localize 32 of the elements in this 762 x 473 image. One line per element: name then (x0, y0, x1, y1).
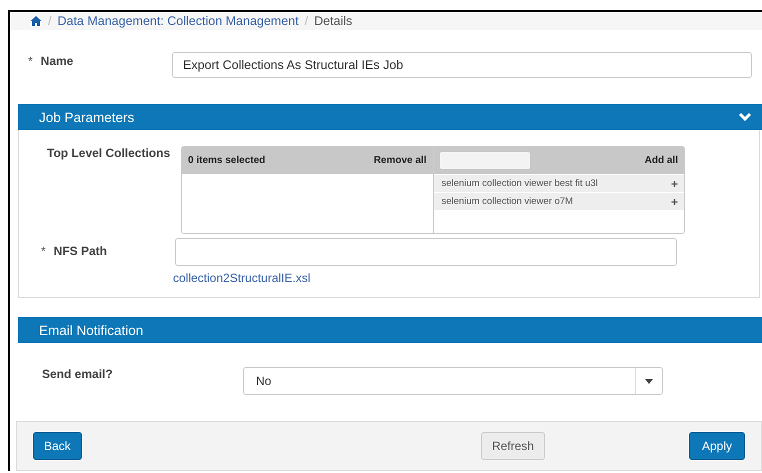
field-label: Send email? (42, 367, 113, 381)
add-button[interactable]: + (670, 194, 678, 208)
caret-icon (645, 378, 653, 384)
field-label: Name (40, 54, 74, 68)
selected-count: 0 items selected (188, 155, 266, 166)
field-label: Top Level Collections (47, 146, 170, 160)
send-email-dropdown[interactable]: No (243, 367, 663, 395)
action-button[interactable]: Apply (688, 432, 745, 460)
separator: / (304, 14, 308, 28)
required-mark: * (28, 54, 33, 68)
separator: / (48, 14, 52, 28)
search-field[interactable] (440, 152, 530, 169)
add-all-link[interactable]: Add all (644, 155, 678, 166)
file-link[interactable]: collection2StructuralIE.xsl (173, 271, 310, 285)
nfs-path-field[interactable] (175, 238, 677, 266)
remove-all-link[interactable]: Remove all (374, 155, 426, 166)
list-item[interactable]: selenium collection viewer o7M + (434, 193, 684, 210)
name-field[interactable]: Export Collections As Structural IEs Job (172, 52, 752, 78)
chevron-down-icon[interactable] (738, 112, 752, 122)
breadcrumb-current: Details (314, 14, 352, 28)
breadcrumb-link[interactable]: Data Management: Collection Management (57, 14, 299, 28)
section-title: Email Notification (39, 322, 144, 338)
secondary-button[interactable]: Refresh (480, 432, 545, 460)
action-button[interactable]: Back (33, 432, 82, 460)
item-label: selenium collection viewer o7M (442, 196, 573, 207)
item-label: selenium collection viewer best fit u3l (442, 178, 598, 189)
field-label: NFS Path (54, 244, 108, 258)
list-item[interactable]: selenium collection viewer best fit u3l + (434, 175, 684, 192)
section-title: Job Parameters (39, 110, 134, 124)
required-mark: * (41, 244, 46, 258)
add-button[interactable]: + (670, 176, 678, 190)
home-icon[interactable] (30, 15, 42, 27)
